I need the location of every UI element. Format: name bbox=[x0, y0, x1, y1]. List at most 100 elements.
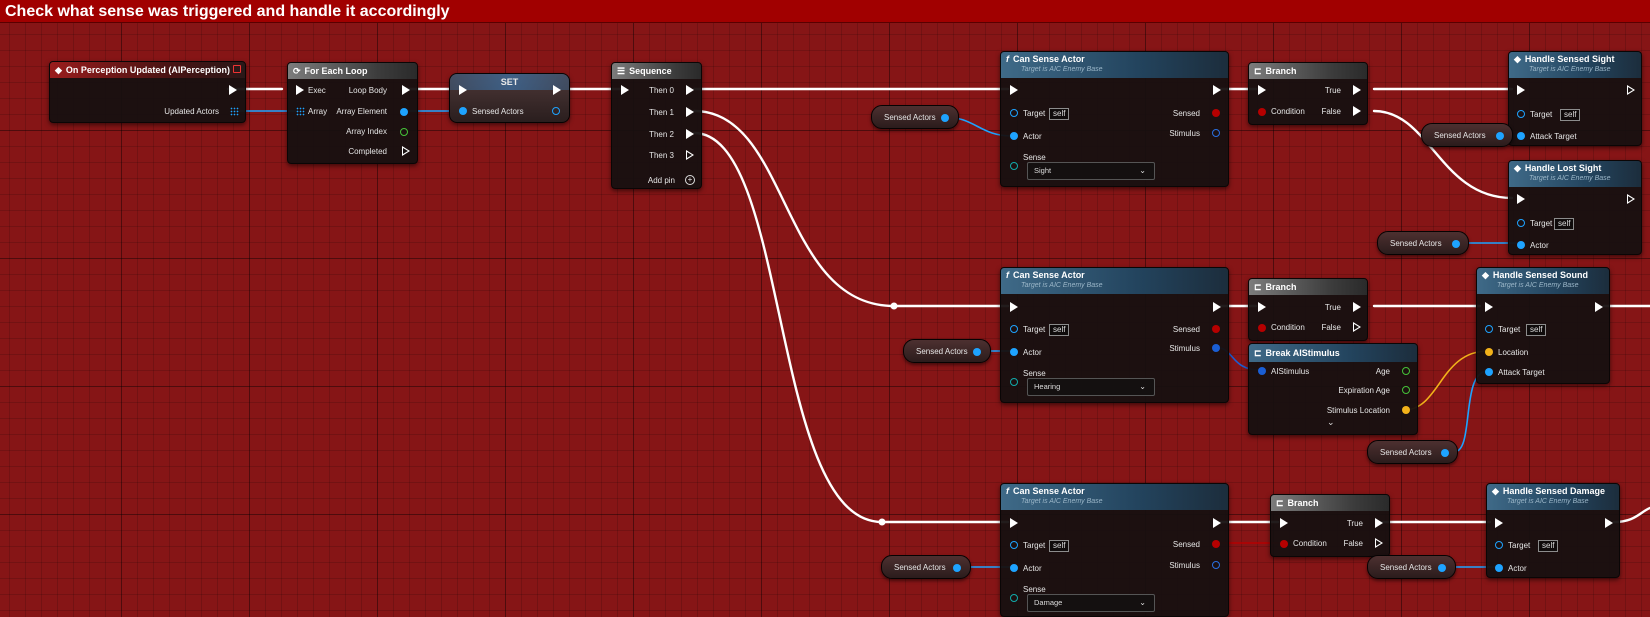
getter-out-pin[interactable] bbox=[973, 348, 981, 356]
exec-out-pin[interactable] bbox=[1213, 85, 1221, 95]
stimulus-pin[interactable] bbox=[1212, 129, 1220, 137]
sense-pin[interactable] bbox=[1010, 594, 1018, 602]
target-self-field[interactable]: self bbox=[1049, 108, 1070, 120]
array-index-pin[interactable] bbox=[400, 128, 408, 136]
then3-pin[interactable] bbox=[686, 150, 694, 160]
sensed-pin[interactable] bbox=[1212, 325, 1220, 333]
branch-node-hearing[interactable]: ⊏ Branch Condition True False bbox=[1248, 278, 1368, 341]
set-output-pin[interactable] bbox=[552, 107, 560, 115]
exec-in-pin[interactable] bbox=[1485, 302, 1493, 312]
target-self-field[interactable]: self bbox=[1526, 324, 1547, 336]
sense-pin[interactable] bbox=[1010, 378, 1018, 386]
target-self-field[interactable]: self bbox=[1554, 218, 1575, 230]
sequence-node[interactable]: ☰ Sequence Then 0 Then 1 Then 2 Then 3 Ad… bbox=[611, 62, 702, 189]
sensed-actors-getter[interactable]: Sensed Actors bbox=[1367, 555, 1456, 579]
can-sense-actor-node-sight[interactable]: f Can Sense Actor Target is AIC Enemy Base… bbox=[1000, 51, 1229, 187]
handle-sensed-damage-node[interactable]: ◆ Handle Sensed Damage Target is AIC Enemy… bbox=[1486, 483, 1620, 578]
branch-node-sight[interactable]: ⊏ Branch Condition True False bbox=[1248, 62, 1368, 125]
sense-dropdown[interactable]: Sight ⌄ bbox=[1027, 162, 1155, 180]
sensed-actors-getter[interactable]: Sensed Actors bbox=[1377, 231, 1469, 255]
exec-out-pin[interactable] bbox=[1627, 194, 1635, 204]
then1-pin[interactable] bbox=[686, 107, 694, 117]
actor-pin[interactable] bbox=[1517, 241, 1525, 249]
exec-out-pin[interactable] bbox=[553, 85, 561, 95]
target-self-field[interactable]: self bbox=[1538, 540, 1559, 552]
sensed-actors-getter[interactable]: Sensed Actors bbox=[1367, 440, 1458, 464]
expiration-age-pin[interactable] bbox=[1402, 386, 1410, 394]
handle-sensed-sight-node[interactable]: ◆ Handle Sensed Sight Target is AIC Enemy … bbox=[1508, 51, 1642, 146]
exec-in-pin[interactable] bbox=[621, 85, 629, 95]
target-pin[interactable] bbox=[1517, 110, 1525, 118]
false-pin[interactable] bbox=[1375, 538, 1383, 548]
target-pin[interactable] bbox=[1010, 541, 1018, 549]
stimulus-pin[interactable] bbox=[1212, 344, 1220, 352]
break-aistimulus-node[interactable]: ⊏ Break AIStimulus AIStimulus Age Expirat… bbox=[1248, 343, 1418, 435]
handle-lost-sight-node[interactable]: ◆ Handle Lost Sight Target is AIC Enemy Ba… bbox=[1508, 160, 1642, 255]
sensed-actors-getter[interactable]: Sensed Actors bbox=[881, 555, 971, 579]
attack-target-pin[interactable] bbox=[1485, 368, 1493, 376]
exec-in-pin[interactable] bbox=[1495, 518, 1503, 528]
sensed-actors-getter[interactable]: Sensed Actors bbox=[1421, 123, 1513, 147]
exec-out-pin[interactable] bbox=[1213, 302, 1221, 312]
getter-out-pin[interactable] bbox=[1496, 132, 1504, 140]
sensed-pin[interactable] bbox=[1212, 109, 1220, 117]
getter-out-pin[interactable] bbox=[1452, 240, 1460, 248]
actor-pin[interactable] bbox=[1010, 348, 1018, 356]
then0-pin[interactable] bbox=[686, 85, 694, 95]
exec-in-pin[interactable] bbox=[1258, 302, 1266, 312]
getter-out-pin[interactable] bbox=[1438, 564, 1446, 572]
target-pin[interactable] bbox=[1010, 109, 1018, 117]
target-pin[interactable] bbox=[1485, 325, 1493, 333]
exec-in-pin[interactable] bbox=[1517, 194, 1525, 204]
true-pin[interactable] bbox=[1375, 518, 1383, 528]
exec-in-pin[interactable] bbox=[296, 85, 304, 95]
sensed-actors-getter[interactable]: Sensed Actors bbox=[871, 105, 959, 129]
getter-out-pin[interactable] bbox=[1441, 449, 1449, 457]
target-self-field[interactable]: self bbox=[1049, 540, 1070, 552]
false-pin[interactable] bbox=[1353, 322, 1361, 332]
updated-actors-pin[interactable] bbox=[230, 107, 239, 116]
then2-pin[interactable] bbox=[686, 129, 694, 139]
branch-node-damage[interactable]: ⊏ Branch Condition True False bbox=[1270, 494, 1390, 557]
stimulus-location-pin[interactable] bbox=[1402, 406, 1410, 414]
exec-in-pin[interactable] bbox=[1010, 302, 1018, 312]
stimulus-pin[interactable] bbox=[1212, 561, 1220, 569]
exec-out-pin[interactable] bbox=[1605, 518, 1613, 528]
add-pin-button[interactable]: Add pin bbox=[648, 176, 675, 185]
target-pin[interactable] bbox=[1495, 541, 1503, 549]
event-node-perception-updated[interactable]: ◆ On Perception Updated (AIPerception) Up… bbox=[49, 61, 246, 123]
exec-in-pin[interactable] bbox=[1280, 518, 1288, 528]
getter-out-pin[interactable] bbox=[941, 114, 949, 122]
aistimulus-pin[interactable] bbox=[1258, 367, 1266, 375]
exec-in-pin[interactable] bbox=[1517, 85, 1525, 95]
loop-body-pin[interactable] bbox=[402, 85, 410, 95]
condition-pin[interactable] bbox=[1258, 324, 1266, 332]
set-sensed-actors-node[interactable]: SET Sensed Actors bbox=[449, 73, 570, 123]
condition-pin[interactable] bbox=[1258, 108, 1266, 116]
condition-pin[interactable] bbox=[1280, 540, 1288, 548]
target-pin[interactable] bbox=[1517, 219, 1525, 227]
completed-pin[interactable] bbox=[402, 146, 410, 156]
getter-out-pin[interactable] bbox=[953, 564, 961, 572]
foreach-loop-node[interactable]: ⟳ For Each Loop Exec Array Loop Body Arra… bbox=[287, 62, 418, 164]
sensed-actors-getter[interactable]: Sensed Actors bbox=[903, 339, 991, 363]
target-pin[interactable] bbox=[1010, 325, 1018, 333]
sense-pin[interactable] bbox=[1010, 162, 1018, 170]
set-input-pin[interactable] bbox=[459, 107, 467, 115]
exec-in-pin[interactable] bbox=[459, 85, 467, 95]
exec-out-pin[interactable] bbox=[229, 85, 237, 95]
can-sense-actor-node-hearing[interactable]: f Can Sense Actor Target is AIC Enemy Base… bbox=[1000, 267, 1229, 403]
sensed-pin[interactable] bbox=[1212, 540, 1220, 548]
exec-out-pin[interactable] bbox=[1213, 518, 1221, 528]
actor-pin[interactable] bbox=[1495, 564, 1503, 572]
sense-dropdown[interactable]: Hearing ⌄ bbox=[1027, 378, 1155, 396]
add-pin-icon[interactable]: + bbox=[685, 175, 695, 185]
true-pin[interactable] bbox=[1353, 302, 1361, 312]
array-pin[interactable] bbox=[296, 107, 305, 116]
can-sense-actor-node-damage[interactable]: f Can Sense Actor Target is AIC Enemy Base… bbox=[1000, 483, 1229, 617]
attack-target-pin[interactable] bbox=[1517, 132, 1525, 140]
exec-in-pin[interactable] bbox=[1010, 518, 1018, 528]
target-self-field[interactable]: self bbox=[1049, 324, 1070, 336]
exec-in-pin[interactable] bbox=[1258, 85, 1266, 95]
actor-pin[interactable] bbox=[1010, 132, 1018, 140]
